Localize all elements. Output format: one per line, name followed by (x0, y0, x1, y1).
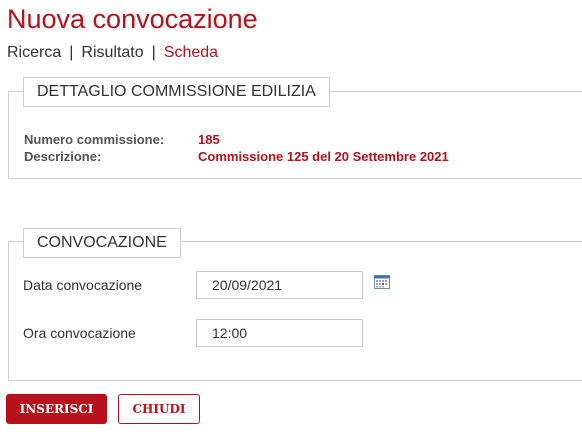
time-label: Ora convocazione (23, 325, 136, 341)
detail-panel: DETTAGLIO COMMISSIONE EDILIZIA Numero co… (8, 77, 582, 179)
breadcrumb-ricerca[interactable]: Ricerca (7, 44, 61, 62)
breadcrumb-scheda: Scheda (163, 44, 219, 61)
detail-label-descrizione: Descrizione: (24, 149, 102, 164)
convocazione-panel: CONVOCAZIONE Data convocazione Ora convo… (8, 228, 582, 381)
detail-row-descrizione: Descrizione: Commissione 125 del 20 Sette… (24, 149, 449, 164)
insert-button[interactable]: INSERISCI (6, 394, 107, 424)
date-input[interactable] (196, 271, 363, 299)
breadcrumb: Ricerca | Risultato | Scheda (7, 44, 218, 62)
detail-panel-legend: DETTAGLIO COMMISSIONE EDILIZIA (23, 77, 330, 107)
date-label: Data convocazione (23, 277, 143, 293)
convocazione-panel-legend: CONVOCAZIONE (23, 228, 181, 258)
breadcrumb-separator: | (151, 44, 156, 61)
detail-value-numero: 185 (198, 132, 220, 147)
detail-row-numero: Numero commissione: 185 (24, 132, 220, 147)
detail-label-numero: Numero commissione: (24, 132, 165, 147)
calendar-icon[interactable] (374, 275, 390, 289)
breadcrumb-risultato[interactable]: Risultato (81, 44, 143, 62)
time-input[interactable] (196, 319, 363, 347)
page-title: Nuova convocazione (7, 4, 258, 34)
close-button[interactable]: CHIUDI (118, 394, 200, 424)
detail-value-descrizione: Commissione 125 del 20 Settembre 2021 (198, 149, 449, 164)
breadcrumb-separator: | (69, 44, 74, 61)
